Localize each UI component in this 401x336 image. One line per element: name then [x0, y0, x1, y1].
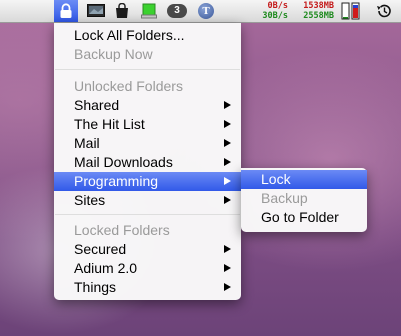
menu-item-label: Programming: [74, 173, 159, 189]
display-icon: [87, 4, 105, 17]
lock-menu-extra[interactable]: [54, 0, 78, 22]
menu-item-programming[interactable]: Programming: [54, 172, 241, 191]
menu-item-label: Sites: [74, 192, 106, 208]
badge-count-icon: 3: [167, 4, 187, 18]
menu-item-backup-now: Backup Now: [74, 46, 153, 62]
memory-free: 2558MB: [303, 11, 334, 21]
submenu-arrow-icon: [224, 264, 231, 272]
menu-item-lock-all[interactable]: Lock All Folders...: [54, 26, 241, 45]
submenu-arrow-icon: [224, 245, 231, 253]
badge-menu-extra[interactable]: 3: [166, 0, 188, 22]
unlocked-folders-header: Unlocked Folders: [74, 78, 183, 94]
upload-rate: 0B/s: [267, 1, 288, 11]
menu-item-sites[interactable]: Sites: [54, 191, 241, 210]
submenu-arrow-icon: [224, 139, 231, 147]
menu-item-label: Secured: [74, 241, 127, 257]
submenu-arrow-icon: [224, 158, 231, 166]
menu-item-the-hit-list[interactable]: The Hit List: [54, 115, 241, 134]
menu-item-mail-downloads[interactable]: Mail Downloads: [54, 153, 241, 172]
submenu-item-go-to-folder[interactable]: Go to Folder: [241, 208, 367, 227]
menu-item-shared[interactable]: Shared: [54, 96, 241, 115]
menu-item-things[interactable]: Things: [54, 278, 241, 297]
download-rate: 30B/s: [262, 11, 288, 21]
display-menu-extra[interactable]: [86, 0, 106, 22]
menu-separator: [55, 69, 240, 70]
submenu-arrow-icon: [224, 196, 231, 204]
programming-submenu: Lock Backup Go to Folder: [241, 168, 367, 232]
time-machine-extra[interactable]: [374, 0, 394, 22]
lock-dropdown-menu: Lock All Folders... Backup Now Unlocked …: [54, 23, 241, 300]
battery-icon: [141, 3, 157, 19]
menu-item-secured[interactable]: Secured: [54, 240, 241, 259]
menu-item-label: Things: [74, 279, 117, 295]
menu-item-label: Adium 2.0: [74, 260, 138, 276]
submenu-arrow-icon: [224, 120, 231, 128]
submenu-arrow-icon: [224, 101, 231, 109]
lock-icon: [60, 3, 72, 18]
menu-item-label: Mail: [74, 135, 100, 151]
memory-used: 1538MB: [303, 1, 334, 11]
tbird-menu-extra[interactable]: T: [196, 0, 216, 22]
memory-meter-extra[interactable]: [340, 0, 362, 22]
menu-item-label: The Hit List: [74, 116, 145, 132]
submenu-item-lock[interactable]: Lock: [241, 170, 367, 189]
menu-separator: [55, 214, 240, 215]
menu-item-mail[interactable]: Mail: [54, 134, 241, 153]
menu-bar: 3 T 0B/s 30B/s 1538MB 2558MB: [0, 0, 401, 23]
time-machine-icon: [377, 4, 391, 18]
bag-icon: [116, 3, 128, 18]
memory-meter-icon: [341, 2, 360, 20]
bag-menu-extra[interactable]: [114, 0, 130, 22]
locked-folders-header: Locked Folders: [74, 222, 170, 238]
submenu-item-backup: Backup: [261, 190, 308, 206]
battery-menu-extra[interactable]: [140, 0, 158, 22]
menu-item-label: Shared: [74, 97, 120, 113]
menu-item-label: Mail Downloads: [74, 154, 173, 170]
submenu-arrow-icon: [224, 177, 231, 185]
menu-item-adium[interactable]: Adium 2.0: [54, 259, 241, 278]
submenu-arrow-icon: [224, 283, 231, 291]
tbird-icon: T: [198, 3, 214, 19]
